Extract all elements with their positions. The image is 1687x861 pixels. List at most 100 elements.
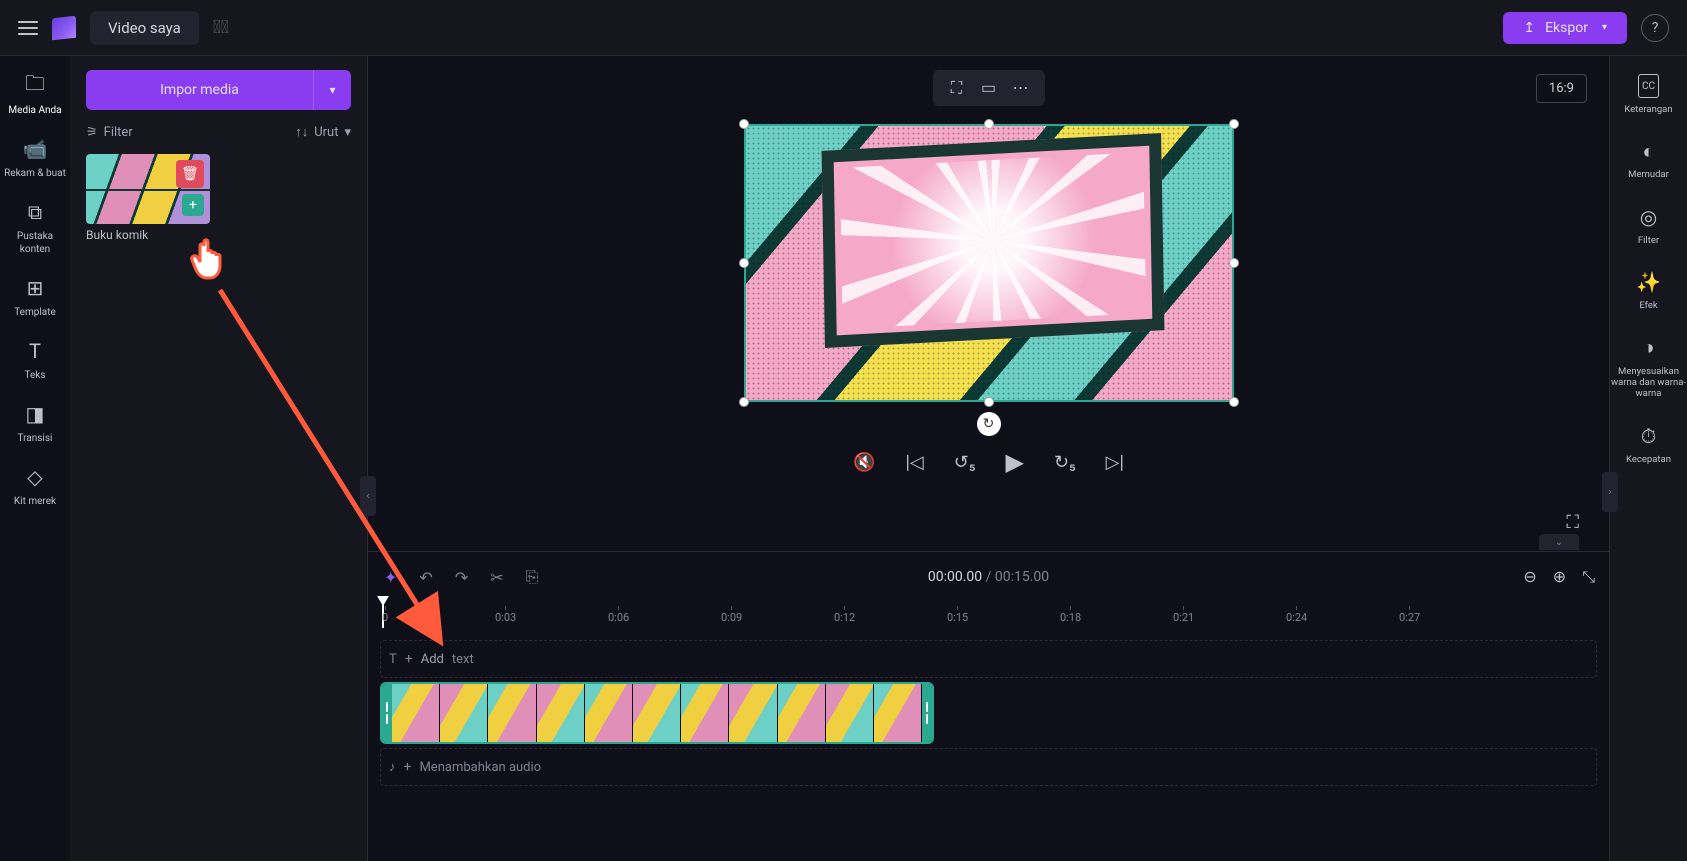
visibility-off-icon[interactable]: 👁̸: [213, 17, 229, 38]
timeline-time: 00:00.00 / 00:15.00: [928, 569, 1049, 585]
zoom-fit-icon[interactable]: ⤡: [1582, 567, 1595, 587]
right-rail-effects[interactable]: ✨Efek: [1636, 270, 1661, 311]
filter-icon: ⚞: [86, 125, 98, 140]
more-icon[interactable]: ⋯: [1011, 78, 1031, 98]
media-thumbnail[interactable]: 🗑 + Buku komik: [86, 154, 210, 242]
sidebar-item-text[interactable]: TTeks: [20, 339, 49, 382]
sidebar-item-media[interactable]: 🗀Media Anda: [4, 74, 65, 117]
plus-icon: +: [405, 651, 413, 667]
right-rail-captions[interactable]: CCKeterangan: [1624, 74, 1672, 115]
delete-media-button[interactable]: 🗑: [176, 160, 204, 188]
resize-handle[interactable]: [739, 258, 749, 268]
filter-button[interactable]: ⚞Filter: [86, 125, 133, 140]
text-icon: T: [29, 339, 41, 363]
export-label: Ekspor: [1545, 20, 1588, 36]
sidebar-item-transition[interactable]: ◨Transisi: [14, 402, 57, 445]
zoom-out-icon[interactable]: ⊖: [1523, 567, 1536, 587]
export-button[interactable]: ↥ Ekspor ▾: [1503, 12, 1627, 44]
audio-mute-icon[interactable]: 🔇: [853, 452, 875, 473]
text-track[interactable]: T + Add text: [380, 640, 1597, 678]
import-media-button[interactable]: Impor media ▾: [86, 70, 351, 110]
clip-frame: [633, 684, 681, 742]
fullscreen-icon[interactable]: ⛶: [1566, 512, 1579, 533]
help-button[interactable]: ?: [1641, 14, 1669, 42]
preview-canvas[interactable]: [744, 124, 1234, 402]
sidebar-item-brandkit[interactable]: ◇Kit merek: [10, 465, 60, 508]
resize-handle[interactable]: [1229, 397, 1239, 407]
timeline-ruler[interactable]: 00:030:060:090:120:150:180:210:240:27: [368, 602, 1609, 628]
ruler-tick: 0:21: [1173, 606, 1194, 624]
redo-icon[interactable]: ↷: [455, 568, 468, 587]
forward-5-icon[interactable]: ↻₅: [1054, 452, 1076, 473]
fade-icon: ◐: [1642, 139, 1654, 163]
fit-icon[interactable]: ▭: [979, 78, 999, 98]
text-track-icon: T: [389, 652, 397, 667]
ruler-tick: 0:12: [834, 606, 855, 624]
cut-icon[interactable]: ✂: [490, 568, 503, 587]
hamburger-menu[interactable]: [18, 21, 38, 35]
chevron-down-icon: ▾: [1602, 22, 1607, 33]
ruler-tick: 0:24: [1286, 606, 1307, 624]
resize-handle[interactable]: [1229, 119, 1239, 129]
copy-icon[interactable]: ⎘: [526, 567, 539, 587]
audio-track[interactable]: ♪ + Menambahkan audio: [380, 748, 1597, 786]
sidebar-item-library[interactable]: ⧉Pustaka konten: [0, 200, 70, 256]
rewind-5-icon[interactable]: ↺₅: [954, 452, 976, 473]
right-rail-filter[interactable]: ◎Filter: [1638, 205, 1659, 246]
resize-handle[interactable]: [1229, 258, 1239, 268]
ruler-tick: 0:06: [608, 606, 629, 624]
resize-handle[interactable]: [984, 119, 994, 129]
skip-start-icon[interactable]: |◁: [906, 452, 924, 473]
right-rail-speed[interactable]: ⏱Kecepatan: [1626, 424, 1671, 465]
camera-icon: 📹: [23, 137, 48, 161]
expand-timeline-button[interactable]: ⌄: [1539, 534, 1579, 550]
clip-frame: [681, 684, 729, 742]
folder-icon: 🗀: [25, 74, 45, 98]
project-title[interactable]: Video saya: [90, 11, 199, 45]
ruler-tick: 0:03: [495, 606, 516, 624]
cc-icon: CC: [1638, 74, 1659, 98]
clip-frame: [826, 684, 874, 742]
upload-icon: ↥: [1523, 20, 1535, 36]
video-clip[interactable]: [380, 682, 934, 744]
ruler-tick: 0:09: [721, 606, 742, 624]
transition-icon: ◨: [26, 402, 45, 426]
clip-frame: [729, 684, 777, 742]
sort-button[interactable]: ↑↓Urut▾: [295, 124, 351, 140]
import-dropdown[interactable]: ▾: [313, 70, 351, 110]
plus-icon: +: [404, 759, 412, 775]
clip-frame: [537, 684, 585, 742]
crop-icon[interactable]: ⛶: [947, 78, 967, 98]
music-icon: ♪: [389, 759, 396, 775]
sidebar-item-record[interactable]: 📹Rekam & buat: [0, 137, 70, 180]
ruler-tick: 0:15: [947, 606, 968, 624]
undo-icon[interactable]: ↶: [419, 568, 432, 587]
filter-circle-icon: ◎: [1640, 205, 1657, 229]
speed-icon: ⏱: [1641, 424, 1657, 448]
right-rail-fade[interactable]: ◐Memudar: [1628, 139, 1669, 180]
collapse-panel-right[interactable]: ›: [1602, 472, 1618, 512]
ruler-tick: 0:18: [1060, 606, 1081, 624]
resize-handle[interactable]: [739, 397, 749, 407]
clip-handle-left[interactable]: [382, 684, 392, 742]
brand-icon: ◇: [27, 465, 42, 489]
media-thumbnail-name: Buku komik: [86, 228, 210, 242]
add-media-button[interactable]: +: [182, 194, 204, 216]
skip-end-icon[interactable]: ▷|: [1106, 452, 1124, 473]
clip-frame: [440, 684, 488, 742]
resize-handle[interactable]: [984, 397, 994, 407]
rotate-handle[interactable]: ↻: [977, 412, 1001, 436]
play-button[interactable]: ▶: [1005, 448, 1023, 476]
ruler-tick: 0: [382, 606, 388, 624]
resize-handle[interactable]: [739, 119, 749, 129]
magic-icon[interactable]: ✦: [384, 568, 397, 587]
sidebar-item-template[interactable]: ⊞Template: [10, 276, 60, 319]
clip-handle-right[interactable]: [922, 684, 932, 742]
zoom-in-icon[interactable]: ⊕: [1553, 567, 1566, 587]
clip-frame: [488, 684, 536, 742]
aspect-ratio-button[interactable]: 16:9: [1536, 74, 1587, 103]
app-logo: [52, 15, 76, 40]
clip-frame: [874, 684, 922, 742]
library-icon: ⧉: [28, 200, 42, 224]
right-rail-color[interactable]: ◑Menyesuaikan warna dan warna-warna: [1610, 336, 1687, 400]
